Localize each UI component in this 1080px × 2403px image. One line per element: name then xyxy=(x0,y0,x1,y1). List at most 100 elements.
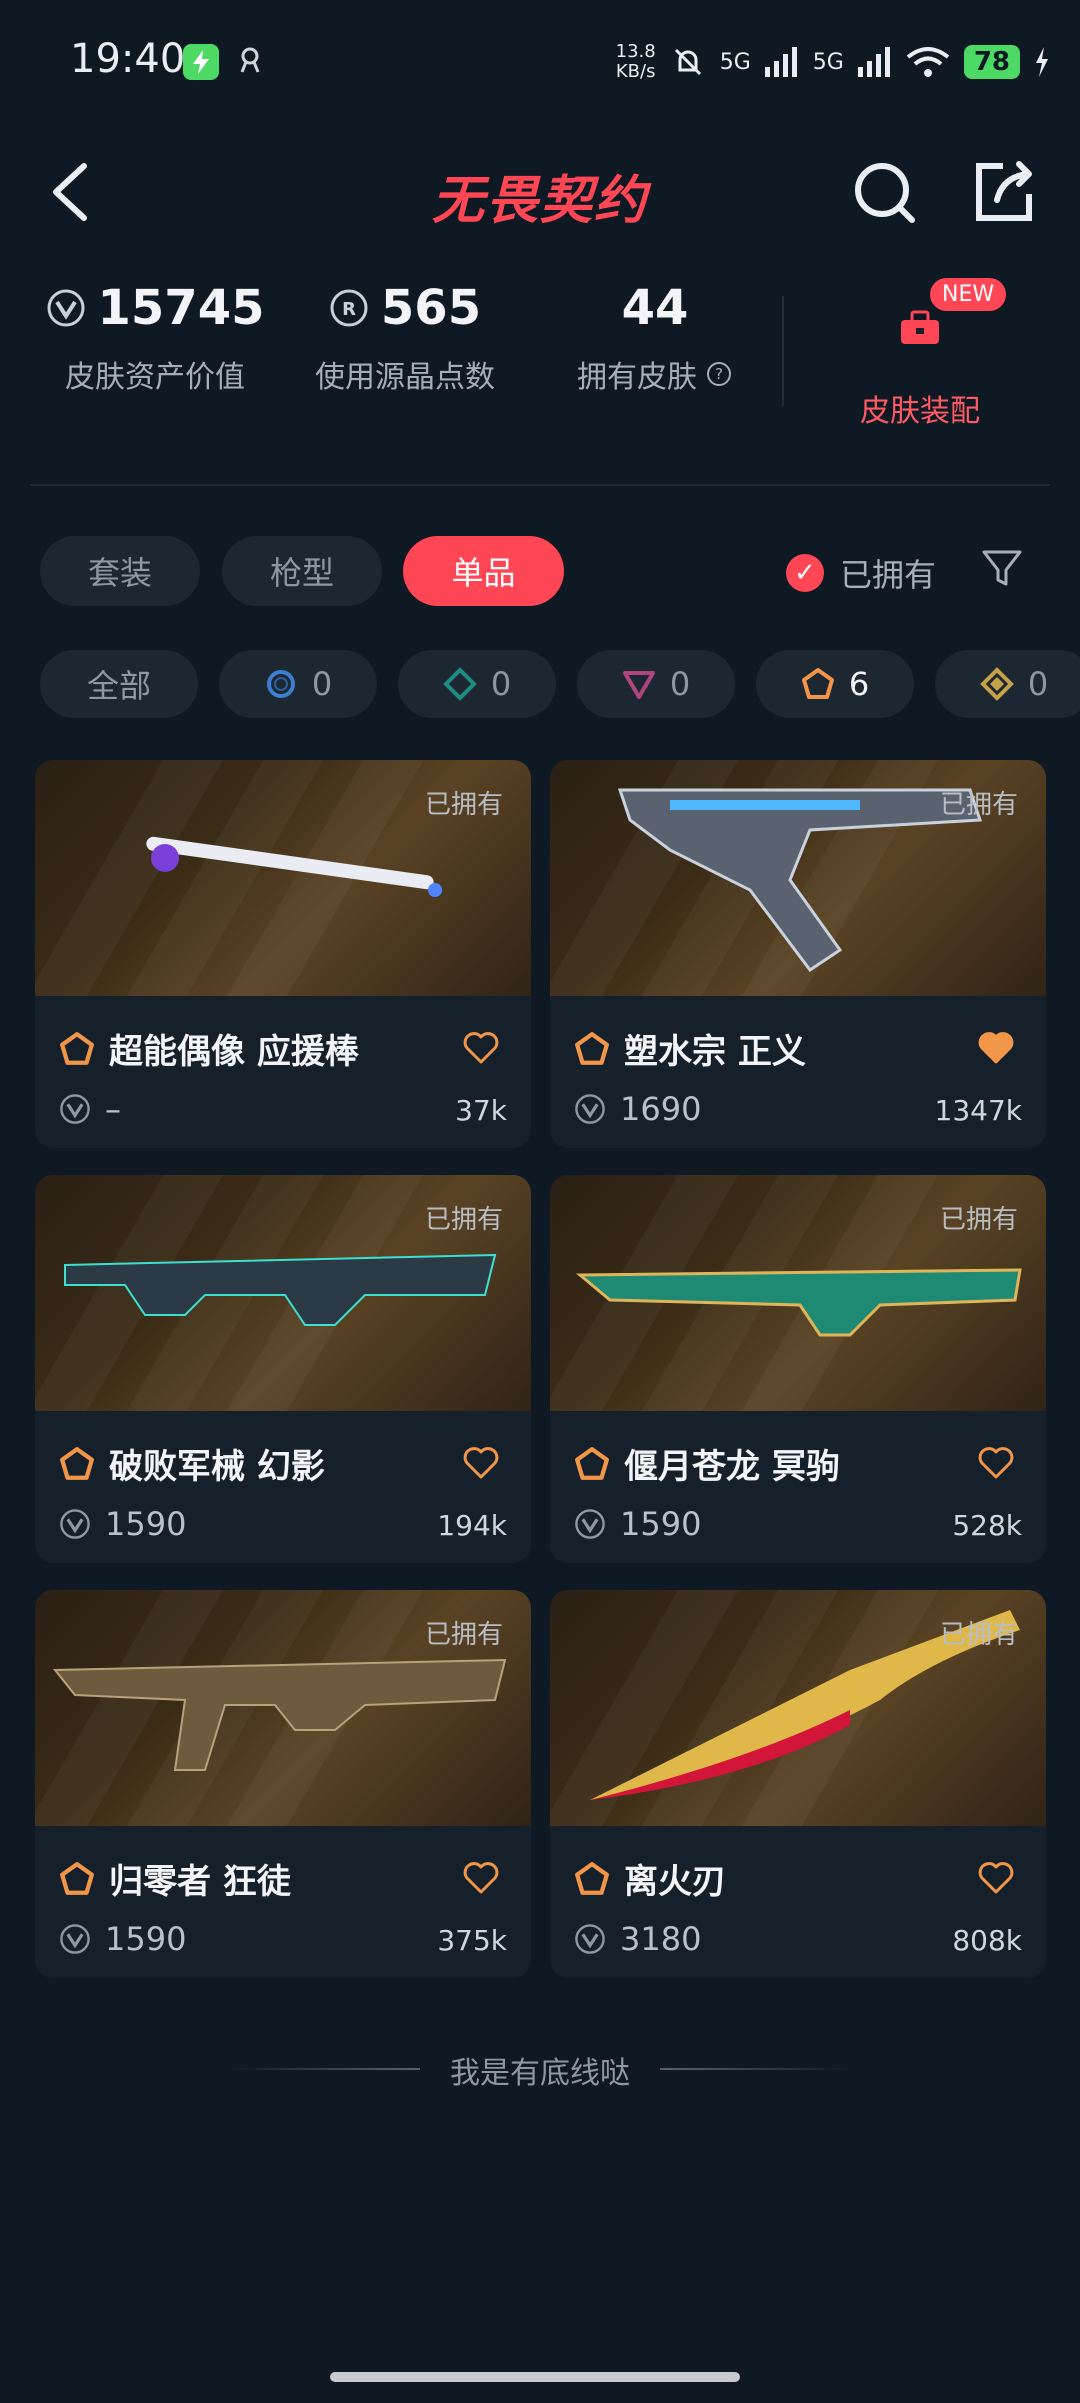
weapon-art-icon xyxy=(52,1658,507,1771)
owned-tag: 已拥有 xyxy=(939,790,1018,820)
filter-button[interactable] xyxy=(980,546,1024,590)
vp-coin-icon xyxy=(575,1094,605,1124)
vp-coin-icon xyxy=(60,1094,90,1124)
owned-tag: 已拥有 xyxy=(424,1205,503,1235)
section-divider xyxy=(30,484,1050,486)
charging-icon xyxy=(183,44,219,80)
stat-points: R 565 使用源晶点数 xyxy=(300,280,510,396)
item-title: 超能偶像 应援棒 xyxy=(59,1024,359,1073)
item-image: 已拥有 xyxy=(550,1175,1046,1411)
search-icon xyxy=(855,163,915,223)
toolbox-icon xyxy=(901,310,939,344)
item-name: 超能偶像 应援棒 xyxy=(109,1032,359,1072)
item-card[interactable]: 已拥有塑水宗 正义 1690 1347k xyxy=(550,760,1046,1148)
heart-icon[interactable] xyxy=(976,1858,1016,1898)
tab-weapon-type[interactable]: 枪型 xyxy=(222,536,382,606)
owned-tag: 已拥有 xyxy=(939,1205,1018,1235)
stat-skins: 44 拥有皮肤 ? xyxy=(560,280,750,396)
battery-charging-icon xyxy=(1036,47,1048,77)
signal-5g-2: 5G xyxy=(812,49,844,75)
item-title: 破败军械 幻影 xyxy=(59,1439,325,1488)
item-likes: 37k xyxy=(455,1094,507,1127)
item-image: 已拥有 xyxy=(550,1590,1046,1826)
weapon-art-icon xyxy=(617,788,983,973)
chip-select-tier[interactable]: 0 xyxy=(219,650,377,718)
item-image: 已拥有 xyxy=(35,1590,531,1826)
app-header: 无畏契约 xyxy=(0,140,1080,250)
search-button[interactable] xyxy=(846,152,926,232)
filter-funnel-icon xyxy=(982,550,1022,586)
footer-line-right xyxy=(660,2068,850,2070)
item-price: 1590 xyxy=(105,1920,187,1958)
item-likes: 194k xyxy=(437,1509,507,1542)
stat-asset-value: 15745 皮肤资产价值 xyxy=(40,280,270,396)
chip-all[interactable]: 全部 xyxy=(40,650,198,718)
points-label: 使用源晶点数 xyxy=(315,360,495,395)
chip-exclusive-tier[interactable]: 6 xyxy=(756,650,914,718)
vp-coin-icon xyxy=(60,1924,90,1954)
item-card[interactable]: 已拥有 偃月苍龙 冥驹 1590 528k xyxy=(550,1175,1046,1563)
weapon-art-icon xyxy=(146,836,442,897)
tab-set[interactable]: 套装 xyxy=(40,536,200,606)
vp-coin-icon xyxy=(47,289,84,327)
item-title: 归零者 狂徒 xyxy=(59,1854,291,1903)
item-price-row: 1690 xyxy=(574,1090,701,1128)
item-likes: 1347k xyxy=(934,1094,1022,1127)
signal-bars-icon-2 xyxy=(857,47,890,77)
item-name: 偃月苍龙 冥驹 xyxy=(624,1447,840,1487)
heart-icon[interactable] xyxy=(461,1858,501,1898)
status-icons: 13.8 KB/s 5G 5G 78 xyxy=(616,34,1050,90)
heart-icon[interactable] xyxy=(461,1028,501,1068)
exclusive-tier-icon xyxy=(60,1861,94,1895)
item-card[interactable]: 已拥有 离火刃 3180 808k xyxy=(550,1590,1046,1978)
item-price-row: 1590 xyxy=(574,1505,701,1543)
item-price: 3180 xyxy=(620,1920,702,1958)
skins-value: 44 xyxy=(621,280,689,336)
footer-text: 我是有底线哒 xyxy=(450,2056,630,2091)
chip-ultra-tier[interactable]: 0 xyxy=(935,650,1080,718)
exclusive-tier-icon xyxy=(60,1446,94,1480)
item-price-row: 1590 xyxy=(59,1505,186,1543)
heart-icon[interactable] xyxy=(461,1443,501,1483)
tab-single-item[interactable]: 单品 xyxy=(403,536,564,606)
owned-tag: 已拥有 xyxy=(424,790,503,820)
heart-icon[interactable] xyxy=(976,1028,1016,1068)
item-name: 离火刃 xyxy=(624,1862,726,1902)
item-image: 已拥有 xyxy=(35,1175,531,1411)
item-card[interactable]: 已拥有归零者 狂徒 1590 375k xyxy=(35,1590,531,1978)
exclusive-tier-icon xyxy=(801,668,834,699)
status-bar: 19:40 13.8 KB/s 5G 5G 78 xyxy=(0,0,1080,120)
item-card[interactable]: 已拥有破败军械 幻影 1590 194k xyxy=(35,1175,531,1563)
share-button[interactable] xyxy=(963,152,1043,232)
item-price-row: – xyxy=(59,1090,121,1128)
owned-tag: 已拥有 xyxy=(939,1620,1018,1650)
rarity-filter-row: 全部 0 0 0 6 0 xyxy=(0,650,1080,720)
new-badge: NEW xyxy=(930,278,1007,311)
skins-label: 拥有皮肤 xyxy=(577,360,697,395)
item-name: 塑水宗 正义 xyxy=(624,1032,806,1072)
checkmark-icon: ✓ xyxy=(786,554,824,592)
exclusive-tier-icon xyxy=(575,1446,609,1480)
select-tier-icon xyxy=(266,670,295,698)
heart-icon[interactable] xyxy=(976,1443,1016,1483)
home-indicator[interactable] xyxy=(330,2372,740,2382)
premium-tier-icon xyxy=(622,671,655,699)
vp-coin-icon xyxy=(60,1509,90,1539)
item-name: 归零者 狂徒 xyxy=(109,1862,291,1902)
item-price: – xyxy=(105,1090,121,1128)
item-price-row: 1590 xyxy=(59,1920,186,1958)
owned-filter-label: 已拥有 xyxy=(840,556,937,594)
help-icon[interactable]: ? xyxy=(705,360,733,388)
vp-coin-icon xyxy=(575,1924,605,1954)
chip-premium-tier[interactable]: 0 xyxy=(577,650,735,718)
radianite-coin-icon: R xyxy=(330,289,368,327)
battery-level: 78 xyxy=(963,45,1020,79)
owned-filter-toggle[interactable]: ✓ 已拥有 xyxy=(786,550,936,596)
item-card[interactable]: 已拥有超能偶像 应援棒 – 37k xyxy=(35,760,531,1148)
item-title: 离火刃 xyxy=(574,1854,726,1903)
chip-deluxe-tier[interactable]: 0 xyxy=(398,650,556,718)
item-price: 1690 xyxy=(620,1090,702,1128)
item-likes: 375k xyxy=(437,1924,507,1957)
item-image: 已拥有 xyxy=(550,760,1046,996)
deluxe-tier-icon xyxy=(442,667,477,701)
